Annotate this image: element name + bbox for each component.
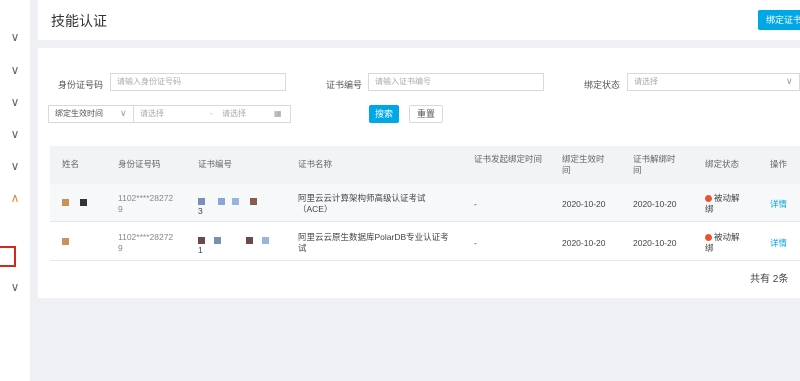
- redacted-name: [62, 238, 69, 245]
- redacted-cert: [262, 237, 269, 244]
- details-link[interactable]: 详情: [770, 238, 787, 249]
- date-separator: -: [210, 109, 213, 118]
- table-row: 1102****28272 9 1 阿里云云原生数据库PolarDB专业认证考试…: [50, 223, 800, 261]
- bind-start-cell: -: [474, 238, 477, 248]
- chevron-down-icon[interactable]: ∨: [9, 31, 21, 43]
- chevron-up-icon[interactable]: ∧: [9, 192, 21, 204]
- chevron-down-icon: ∨: [786, 77, 793, 87]
- table-header: 姓名 身份证号码 证书编号 证书名称 证书发起绑定时间 绑定生效时间 证书解绑时…: [50, 146, 800, 184]
- chevron-down-icon[interactable]: ∨: [9, 96, 21, 108]
- cert-number-label: 证书编号: [326, 80, 363, 90]
- col-bind-status: 绑定状态: [705, 159, 740, 169]
- highlight-box: [0, 246, 16, 267]
- cert-name-cell: 阿里云云原生数据库PolarDB专业认证考试: [298, 232, 449, 253]
- status-cell: 被动解绑: [705, 193, 745, 215]
- id-number-input[interactable]: 请输入身份证号码: [110, 73, 286, 91]
- redacted-cert: [246, 237, 253, 244]
- cert-name-cell: 阿里云云计算架构师高级认证考试（ACE）: [298, 193, 426, 214]
- main-panel: 身份证号码 请输入身份证号码 证书编号 请输入证书编号 绑定状态 请选择 ∨ 绑…: [38, 48, 800, 298]
- date-end-placeholder: 请选择: [222, 109, 246, 118]
- cert-number-cell: 3: [198, 206, 203, 216]
- id-number-cell: 1102****28272 9: [118, 193, 174, 214]
- col-name: 姓名: [62, 159, 80, 169]
- reset-button[interactable]: 重置: [409, 105, 443, 123]
- redacted-cert: [198, 237, 205, 244]
- date-range-input[interactable]: 请选择 - 请选择 ▦: [134, 105, 291, 123]
- unbind-time-cell: 2020-10-20: [633, 238, 677, 248]
- col-action: 操作: [770, 159, 788, 169]
- left-nav-rail: ∨ ∨ ∨ ∨ ∨ ∧ ∨: [0, 0, 30, 381]
- status-dot-icon: [705, 195, 712, 202]
- redacted-cert: [232, 198, 239, 205]
- date-start-placeholder: 请选择: [140, 109, 164, 118]
- page-header: 技能认证 绑定证书: [38, 0, 800, 40]
- search-button[interactable]: 搜索: [369, 105, 399, 123]
- col-bind-start-time: 证书发起绑定时间: [474, 154, 543, 164]
- col-cert-number: 证书编号: [198, 159, 233, 169]
- id-number-label: 身份证号码: [58, 80, 104, 90]
- redacted-cert: [250, 198, 257, 205]
- redacted-name: [62, 199, 69, 206]
- total-count: 共有 2条: [750, 274, 789, 285]
- cert-number-cell: 1: [198, 245, 203, 255]
- chevron-down-icon[interactable]: ∨: [9, 281, 21, 293]
- bind-certificate-button[interactable]: 绑定证书: [758, 10, 800, 30]
- bind-start-cell: -: [474, 199, 477, 209]
- bind-status-select[interactable]: 请选择: [627, 73, 800, 91]
- chevron-down-icon: ∨: [120, 109, 127, 119]
- effective-time-cell: 2020-10-20: [562, 199, 606, 209]
- col-effective-time: 绑定生效时间: [562, 154, 605, 175]
- col-cert-name: 证书名称: [298, 159, 333, 169]
- effective-time-cell: 2020-10-20: [562, 238, 606, 248]
- redacted-cert: [214, 237, 221, 244]
- table-row: 1102****28272 9 3 阿里云云计算架构师高级认证考试（ACE） -…: [50, 184, 800, 222]
- bind-status-label: 绑定状态: [584, 80, 621, 90]
- unbind-time-cell: 2020-10-20: [633, 199, 677, 209]
- page-title: 技能认证: [51, 13, 107, 29]
- id-number-cell: 1102****28272 9: [118, 232, 174, 253]
- details-link[interactable]: 详情: [770, 199, 787, 210]
- chevron-down-icon[interactable]: ∨: [9, 64, 21, 76]
- redacted-cert: [218, 198, 225, 205]
- redacted-name: [80, 199, 87, 206]
- redacted-cert: [198, 198, 205, 205]
- col-id-number: 身份证号码: [118, 159, 161, 169]
- status-dot-icon: [705, 234, 712, 241]
- col-unbind-time: 证书解绑时间: [633, 154, 676, 175]
- calendar-icon: ▦: [274, 109, 282, 118]
- chevron-down-icon[interactable]: ∨: [9, 160, 21, 172]
- cert-number-input[interactable]: 请输入证书编号: [368, 73, 544, 91]
- chevron-down-icon[interactable]: ∨: [9, 128, 21, 140]
- status-cell: 被动解绑: [705, 232, 745, 254]
